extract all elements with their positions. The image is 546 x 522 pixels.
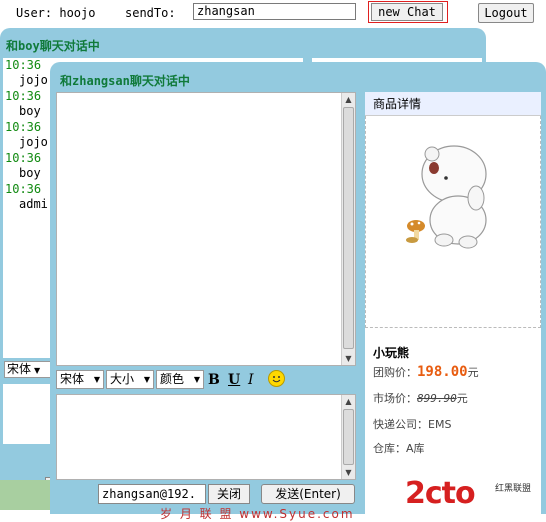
font-select-value: 宋体 — [7, 362, 32, 376]
color-select[interactable]: 颜色 ▼ — [156, 370, 204, 389]
watermark: 2cto 红黑联盟 — [405, 477, 545, 511]
font-select[interactable]: 宋体 ▼ — [56, 370, 104, 389]
chevron-down-icon: ▼ — [143, 375, 150, 384]
group-price: 198.00 — [417, 364, 468, 380]
group-price-label: 团购价： — [373, 366, 417, 379]
scrollbar[interactable]: ▲ ▼ — [341, 93, 355, 365]
warehouse-value: A库 — [406, 442, 425, 455]
currency: 元 — [456, 392, 468, 405]
background-strip — [0, 480, 50, 510]
color-select-value: 颜色 — [160, 372, 185, 386]
market-price-label: 市场价： — [373, 392, 417, 405]
group-price-row: 团购价：198.00元 — [373, 364, 479, 380]
chevron-down-icon: ▼ — [34, 366, 41, 375]
title-prefix: 和 — [6, 39, 19, 53]
format-toolbar: 宋体 ▼ 大小 ▼ 颜色 ▼ B U I — [56, 368, 356, 392]
size-select[interactable]: 大小 ▼ — [106, 370, 154, 389]
current-user-label: User: hoojo — [16, 6, 96, 20]
scroll-down-icon[interactable]: ▼ — [342, 352, 355, 365]
chevron-down-icon: ▼ — [193, 375, 200, 384]
message-text: boy — [19, 104, 41, 118]
new-chat-highlight: new Chat — [368, 1, 448, 23]
scroll-up-icon[interactable]: ▲ — [342, 93, 355, 106]
shipping-row: 快递公司：EMS — [373, 416, 451, 432]
chat-window-title[interactable]: 和boy聊天对话中 — [6, 37, 100, 54]
title-suffix: 聊天对话中 — [129, 74, 190, 88]
sendto-input[interactable]: zhangsan — [193, 3, 356, 20]
scroll-down-icon[interactable]: ▼ — [342, 466, 355, 479]
bold-button[interactable]: B — [208, 372, 220, 388]
scroll-thumb[interactable] — [343, 107, 354, 349]
message-time: 10:36 — [5, 120, 42, 134]
message-time: 10:36 — [5, 89, 42, 103]
top-bar: User: hoojo sendTo: zhangsan new Chat Lo… — [0, 0, 546, 26]
title-prefix: 和 — [60, 74, 73, 88]
message-list[interactable]: ▲ ▼ — [56, 92, 356, 366]
scroll-up-icon[interactable]: ▲ — [342, 395, 355, 408]
shipping-label: 快递公司： — [373, 418, 428, 431]
market-price: 899.90 — [417, 392, 457, 405]
close-button[interactable]: 关闭 — [208, 484, 250, 504]
footer-watermark: 岁 月 联 盟 www.Syue.com — [160, 507, 355, 521]
font-select-value: 宋体 — [60, 372, 85, 386]
product-name: 小玩熊 — [373, 346, 410, 360]
logout-button[interactable]: Logout — [478, 3, 534, 23]
size-select-value: 大小 — [110, 372, 135, 386]
warehouse-row: 仓库：A库 — [373, 440, 425, 456]
italic-button[interactable]: I — [248, 372, 254, 388]
message-text: boy — [19, 166, 41, 180]
message-input[interactable]: ▲ ▼ — [56, 394, 356, 480]
message-time: 10:36 — [5, 58, 42, 72]
currency: 元 — [467, 366, 479, 379]
message-time: 10:36 — [5, 151, 42, 165]
product-image — [365, 116, 541, 328]
teddy-bear-icon — [406, 145, 487, 249]
watermark-small-text: 红黑联盟 — [495, 484, 532, 494]
underline-button[interactable]: U — [228, 372, 240, 388]
chevron-down-icon: ▼ — [93, 375, 100, 384]
market-price-row: 市场价：899.90元 — [373, 390, 468, 406]
message-input[interactable] — [3, 384, 53, 444]
message-time: 10:36 — [5, 182, 42, 196]
message-text: jojo — [19, 73, 48, 87]
scrollbar[interactable]: ▲ ▼ — [341, 395, 355, 479]
new-chat-button[interactable]: new Chat — [371, 3, 443, 21]
scroll-thumb[interactable] — [343, 409, 354, 465]
title-suffix: 聊天对话中 — [39, 39, 100, 53]
sender-field[interactable]: zhangsan@192. — [98, 484, 206, 504]
chat-window-title[interactable]: 和zhangsan聊天对话中 — [60, 72, 190, 89]
shipping-value: EMS — [428, 418, 452, 431]
message-text: jojo — [19, 135, 48, 149]
font-select[interactable]: 宋体 ▼ — [4, 361, 54, 378]
title-user: boy — [18, 39, 40, 53]
sendto-label: sendTo: — [125, 6, 176, 20]
emoticon-icon[interactable] — [268, 370, 285, 387]
send-button[interactable]: 发送(Enter) — [261, 484, 355, 504]
product-header: 商品详情 — [365, 92, 541, 116]
title-user: zhangsan — [72, 74, 130, 88]
chat-window-zhangsan: 和zhangsan聊天对话中 ▲ ▼ 宋体 ▼ 大小 ▼ 颜色 ▼ B U I ▲ ▼… — [50, 62, 546, 514]
watermark-logo: 2cto — [405, 476, 476, 511]
warehouse-label: 仓库： — [373, 442, 406, 455]
message-text: admi — [19, 197, 48, 211]
product-details-panel: 商品详情 小玩熊 团购价：198.00元 市场价：899.90元 快递公司：EM… — [365, 92, 541, 514]
